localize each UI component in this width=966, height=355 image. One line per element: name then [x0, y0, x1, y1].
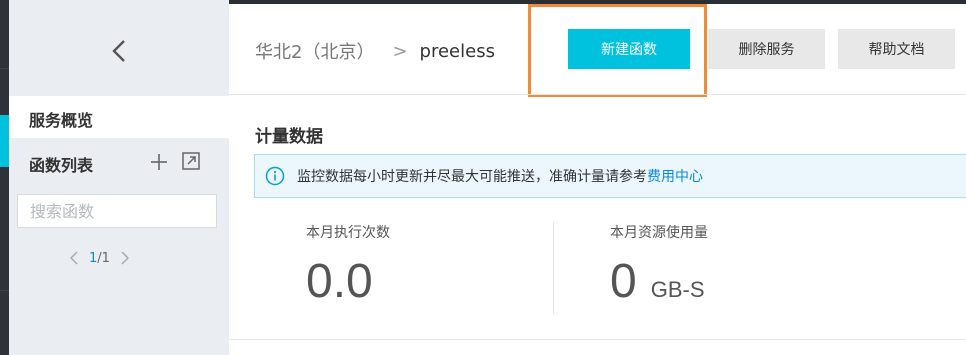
metric-invocations: 本月执行次数 0.0 — [306, 222, 390, 309]
function-search-input[interactable] — [17, 194, 217, 228]
info-notice: 监控数据每小时更新并尽最大可能推送，准确计量请参考 费用中心 — [254, 154, 966, 198]
nav-divider — [0, 290, 9, 291]
open-external-button[interactable] — [181, 151, 201, 171]
metric-label: 本月资源使用量 — [610, 225, 708, 241]
breadcrumb-service: preeless — [419, 40, 495, 62]
functions-list-heading: 函数列表 — [29, 156, 94, 175]
notice-text: 监控数据每小时更新并尽最大可能推送，准确计量请参考 — [297, 169, 647, 185]
page-indicator: 1/1 — [89, 251, 110, 266]
back-button[interactable] — [105, 36, 133, 66]
metric-number: 0 — [610, 255, 637, 308]
header-divider — [229, 94, 966, 95]
global-nav-strip — [0, 0, 9, 355]
sidebar-item-label: 服务概览 — [29, 111, 94, 130]
top-bar — [229, 0, 966, 4]
new-function-button[interactable]: 新建函数 — [568, 29, 690, 69]
chevron-left-icon — [112, 40, 125, 62]
active-nav-indicator — [0, 115, 9, 167]
chevron-left-icon — [70, 251, 78, 265]
metric-unit: GB-S — [650, 277, 705, 302]
metric-value: 0.0 — [306, 254, 390, 309]
metric-number: 0.0 — [306, 255, 373, 308]
info-icon — [265, 166, 285, 186]
total-pages: /1 — [97, 250, 110, 266]
metric-value: 0 GB-S — [610, 254, 708, 309]
app-root: 服务概览 函数列表 1/1 — [0, 0, 966, 355]
help-docs-button[interactable]: 帮助文档 — [838, 29, 955, 69]
prev-page-button[interactable] — [67, 250, 81, 266]
section-divider — [229, 339, 966, 340]
breadcrumb-separator: > — [392, 40, 408, 62]
plus-icon — [151, 154, 167, 170]
breadcrumb: 华北2（北京） > preeless — [255, 38, 495, 64]
next-page-button[interactable] — [118, 250, 132, 266]
nav-divider — [0, 68, 9, 69]
delete-service-button[interactable]: 删除服务 — [708, 29, 825, 69]
expand-icon — [182, 152, 200, 170]
main-content: 华北2（北京） > preeless 新建函数 删除服务 帮助文档 计量数据 监… — [229, 0, 966, 355]
sidebar-item-overview[interactable]: 服务概览 — [9, 96, 229, 138]
metric-label: 本月执行次数 — [306, 225, 390, 241]
breadcrumb-region[interactable]: 华北2（北京） — [255, 38, 374, 64]
sidebar: 服务概览 函数列表 1/1 — [9, 0, 229, 355]
billing-center-link[interactable]: 费用中心 — [647, 166, 703, 186]
chevron-right-icon — [121, 251, 129, 265]
metric-divider — [553, 222, 554, 314]
add-function-button[interactable] — [149, 152, 169, 172]
metric-resource-usage: 本月资源使用量 0 GB-S — [610, 222, 708, 309]
section-title: 计量数据 — [255, 127, 323, 147]
pagination: 1/1 — [67, 248, 132, 268]
